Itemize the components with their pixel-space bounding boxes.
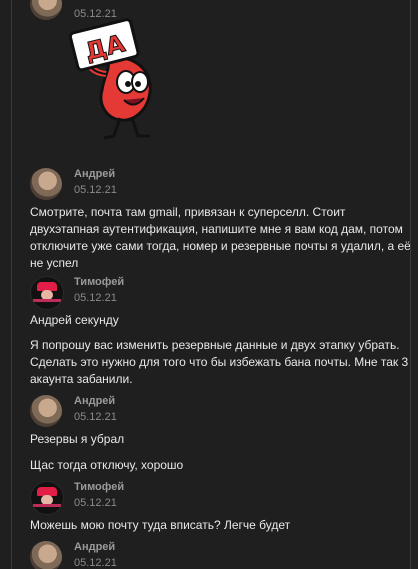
message-date: 05.12.21 [74, 411, 117, 423]
message-author[interactable]: Андрей [74, 168, 115, 180]
message-author[interactable]: Тимофей [74, 276, 124, 288]
avatar[interactable] [30, 0, 62, 20]
message-date: 05.12.21 [74, 557, 117, 569]
message: Тимофей 05.12.21 Можешь мою почту туда в… [30, 481, 404, 541]
message-text: Резервы я убрал [30, 432, 125, 446]
message: Андрей 05.12.21 Смотрите, почта там gmai… [30, 168, 411, 272]
message-date: 05.12.21 [74, 184, 117, 196]
message-sticker: 05.12.21 ДА [30, 0, 404, 163]
message-date: 05.12.21 [74, 292, 117, 304]
message-text: Андрей секунду [30, 313, 119, 327]
message: Тимофей 05.12.21 Андрей секунду Я попрош… [30, 276, 408, 388]
avatar[interactable] [30, 276, 64, 310]
message-author[interactable]: Тимофей [74, 481, 124, 493]
message-author[interactable]: Андрей [74, 395, 115, 407]
message-text: Можешь мою почту туда вписать? Легче буд… [30, 518, 291, 532]
message: Андрей 05.12.21 [30, 541, 404, 569]
sticker-image[interactable]: ДА [68, 12, 178, 144]
message-author[interactable]: Андрей [74, 541, 115, 553]
chat-pane: 05.12.21 ДА Андрей 05.12.21 Смотрите, по… [0, 0, 418, 569]
message: Андрей 05.12.21 Резервы я убрал Щас тогд… [30, 395, 404, 477]
message-text: Я попрошу вас изменить резервные данные … [30, 338, 409, 386]
avatar[interactable] [30, 481, 64, 515]
message-text: Смотрите, почта там gmail, привязан к су… [30, 205, 411, 270]
message-date: 05.12.21 [74, 497, 117, 509]
avatar[interactable] [30, 541, 62, 569]
avatar[interactable] [30, 395, 62, 427]
avatar[interactable] [30, 168, 62, 200]
thread-rail [11, 0, 12, 569]
side-panel-edge [411, 0, 418, 569]
message-text: Щас тогда отключу, хорошо [30, 458, 184, 472]
